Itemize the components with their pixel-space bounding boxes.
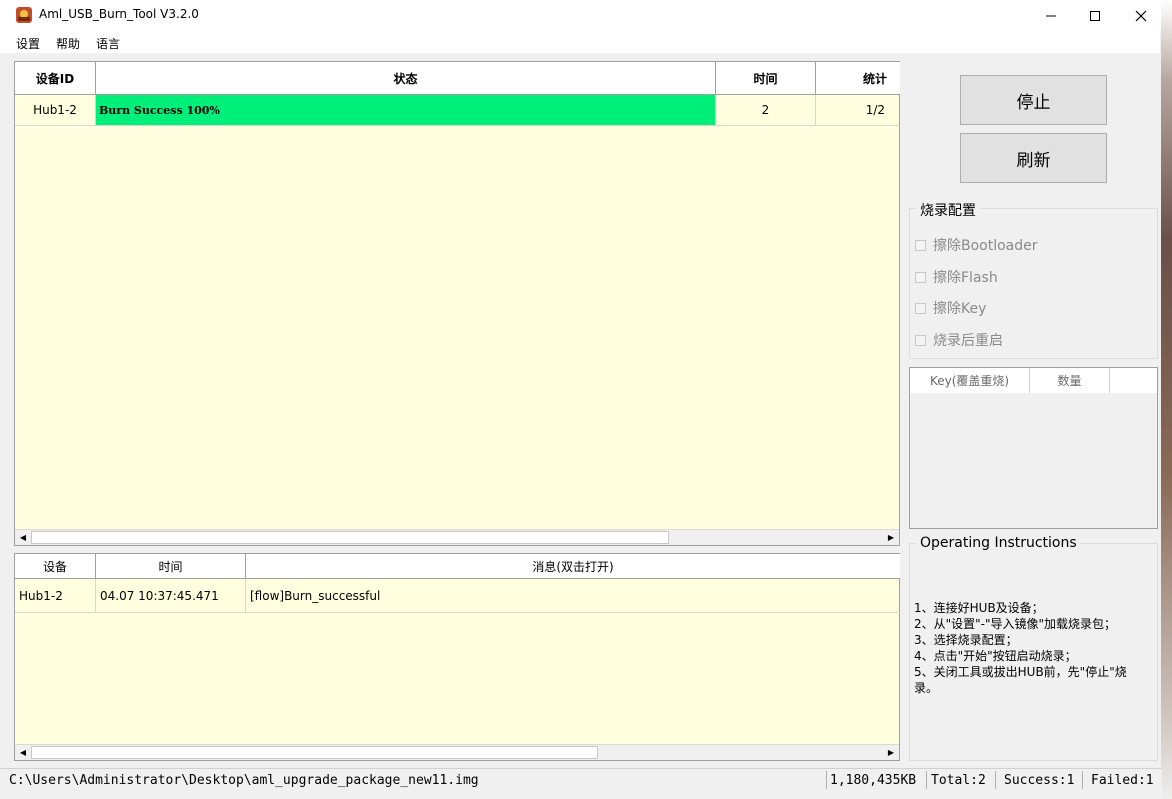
col-count[interactable]: 数量: [1030, 368, 1110, 393]
reboot-after-burn-checkbox[interactable]: 烧录后重启: [915, 330, 1003, 350]
col-key[interactable]: Key(覆盖重烧): [910, 368, 1030, 393]
instruction-line: 3、选择烧录配置；: [914, 633, 1018, 647]
device-stats-cell: 1/2: [816, 95, 900, 126]
menu-help[interactable]: 帮助: [56, 35, 80, 52]
col-filler: [1110, 368, 1157, 393]
image-size: 1,180,435KB: [830, 772, 917, 788]
checkbox-label: 烧录后重启: [933, 333, 1003, 349]
checkbox-icon[interactable]: [915, 334, 926, 346]
menu-language[interactable]: 语言: [96, 35, 120, 52]
desktop-edge: [1161, 0, 1172, 799]
device-table[interactable]: 设备ID 状态 时间 统计 Hub1-2 Burn Success 100% 2…: [14, 61, 900, 546]
erase-bootloader-checkbox[interactable]: 擦除Bootloader: [915, 235, 1038, 255]
minimize-icon: [1046, 15, 1056, 16]
erase-key-checkbox[interactable]: 擦除Key: [915, 298, 986, 318]
device-hscrollbar[interactable]: ◀ ▶: [15, 529, 899, 545]
close-button[interactable]: [1118, 0, 1164, 31]
device-id-cell: Hub1-2: [15, 95, 96, 126]
maximize-icon: [1090, 10, 1100, 21]
col-log-time[interactable]: 时间: [96, 554, 246, 579]
scroll-right-icon[interactable]: ▶: [883, 745, 899, 760]
device-status-cell: Burn Success 100%: [96, 95, 716, 126]
col-stats[interactable]: 统计: [816, 62, 900, 95]
close-icon: [1135, 10, 1147, 21]
key-table[interactable]: Key(覆盖重烧) 数量: [909, 367, 1158, 529]
checkbox-label: 擦除Key: [933, 301, 987, 317]
checkbox-label: 擦除Flash: [933, 270, 998, 286]
failed-count: Failed:1: [1091, 772, 1154, 788]
instructions-title: Operating Instructions: [917, 535, 1080, 551]
device-time-cell: 2: [716, 95, 816, 126]
success-count: Success:1: [1004, 772, 1075, 788]
log-table[interactable]: 设备 时间 消息(双击打开) Hub1-2 04.07 10:37:45.471…: [14, 553, 900, 761]
burn-config-title: 烧录配置: [917, 200, 979, 220]
refresh-button[interactable]: 刷新: [960, 133, 1107, 183]
menu-bar: [0, 31, 1160, 53]
scroll-left-icon[interactable]: ◀: [15, 745, 31, 760]
col-log-device[interactable]: 设备: [15, 554, 96, 579]
minimize-button[interactable]: [1028, 0, 1074, 31]
col-device-id[interactable]: 设备ID: [15, 62, 96, 95]
app-flame-icon: [16, 7, 32, 23]
image-path: C:\Users\Administrator\Desktop\aml_upgra…: [9, 772, 479, 788]
scroll-left-icon[interactable]: ◀: [15, 530, 31, 545]
checkbox-icon[interactable]: [915, 239, 926, 251]
log-hscrollbar[interactable]: ◀ ▶: [15, 744, 899, 760]
instruction-line: 2、从"设置"-"导入镜像"加载烧录包；: [914, 617, 1117, 631]
log-device-cell: Hub1-2: [15, 579, 96, 613]
instruction-line: 4、点击"开始"按钮启动烧录；: [914, 649, 1077, 663]
col-time[interactable]: 时间: [716, 62, 816, 95]
checkbox-icon[interactable]: [915, 302, 926, 314]
log-time-cell: 04.07 10:37:45.471: [96, 579, 246, 613]
maximize-button[interactable]: [1072, 0, 1118, 31]
instruction-line: 1、连接好HUB及设备；: [914, 601, 1044, 615]
divider: [826, 771, 827, 789]
divider: [926, 771, 927, 789]
instruction-line: 5、关闭工具或拔出HUB前，先"停止"烧: [914, 665, 1127, 679]
scroll-right-icon[interactable]: ▶: [883, 530, 899, 545]
total-count: Total:2: [931, 772, 986, 788]
stop-button[interactable]: 停止: [960, 75, 1107, 125]
menu-settings[interactable]: 设置: [16, 35, 40, 52]
col-log-message[interactable]: 消息(双击打开): [246, 554, 900, 579]
divider: [1082, 771, 1083, 789]
instruction-line: 录。: [914, 681, 939, 695]
checkbox-icon[interactable]: [915, 271, 926, 283]
divider: [995, 771, 996, 789]
scroll-thumb[interactable]: [31, 746, 598, 759]
window-title: Aml_USB_Burn_Tool V3.2.0: [39, 7, 199, 21]
scroll-thumb[interactable]: [31, 531, 669, 544]
col-status[interactable]: 状态: [96, 62, 716, 95]
erase-flash-checkbox[interactable]: 擦除Flash: [915, 267, 998, 287]
log-message-cell: [flow]Burn_successful: [246, 579, 900, 613]
checkbox-label: 擦除Bootloader: [933, 238, 1038, 254]
